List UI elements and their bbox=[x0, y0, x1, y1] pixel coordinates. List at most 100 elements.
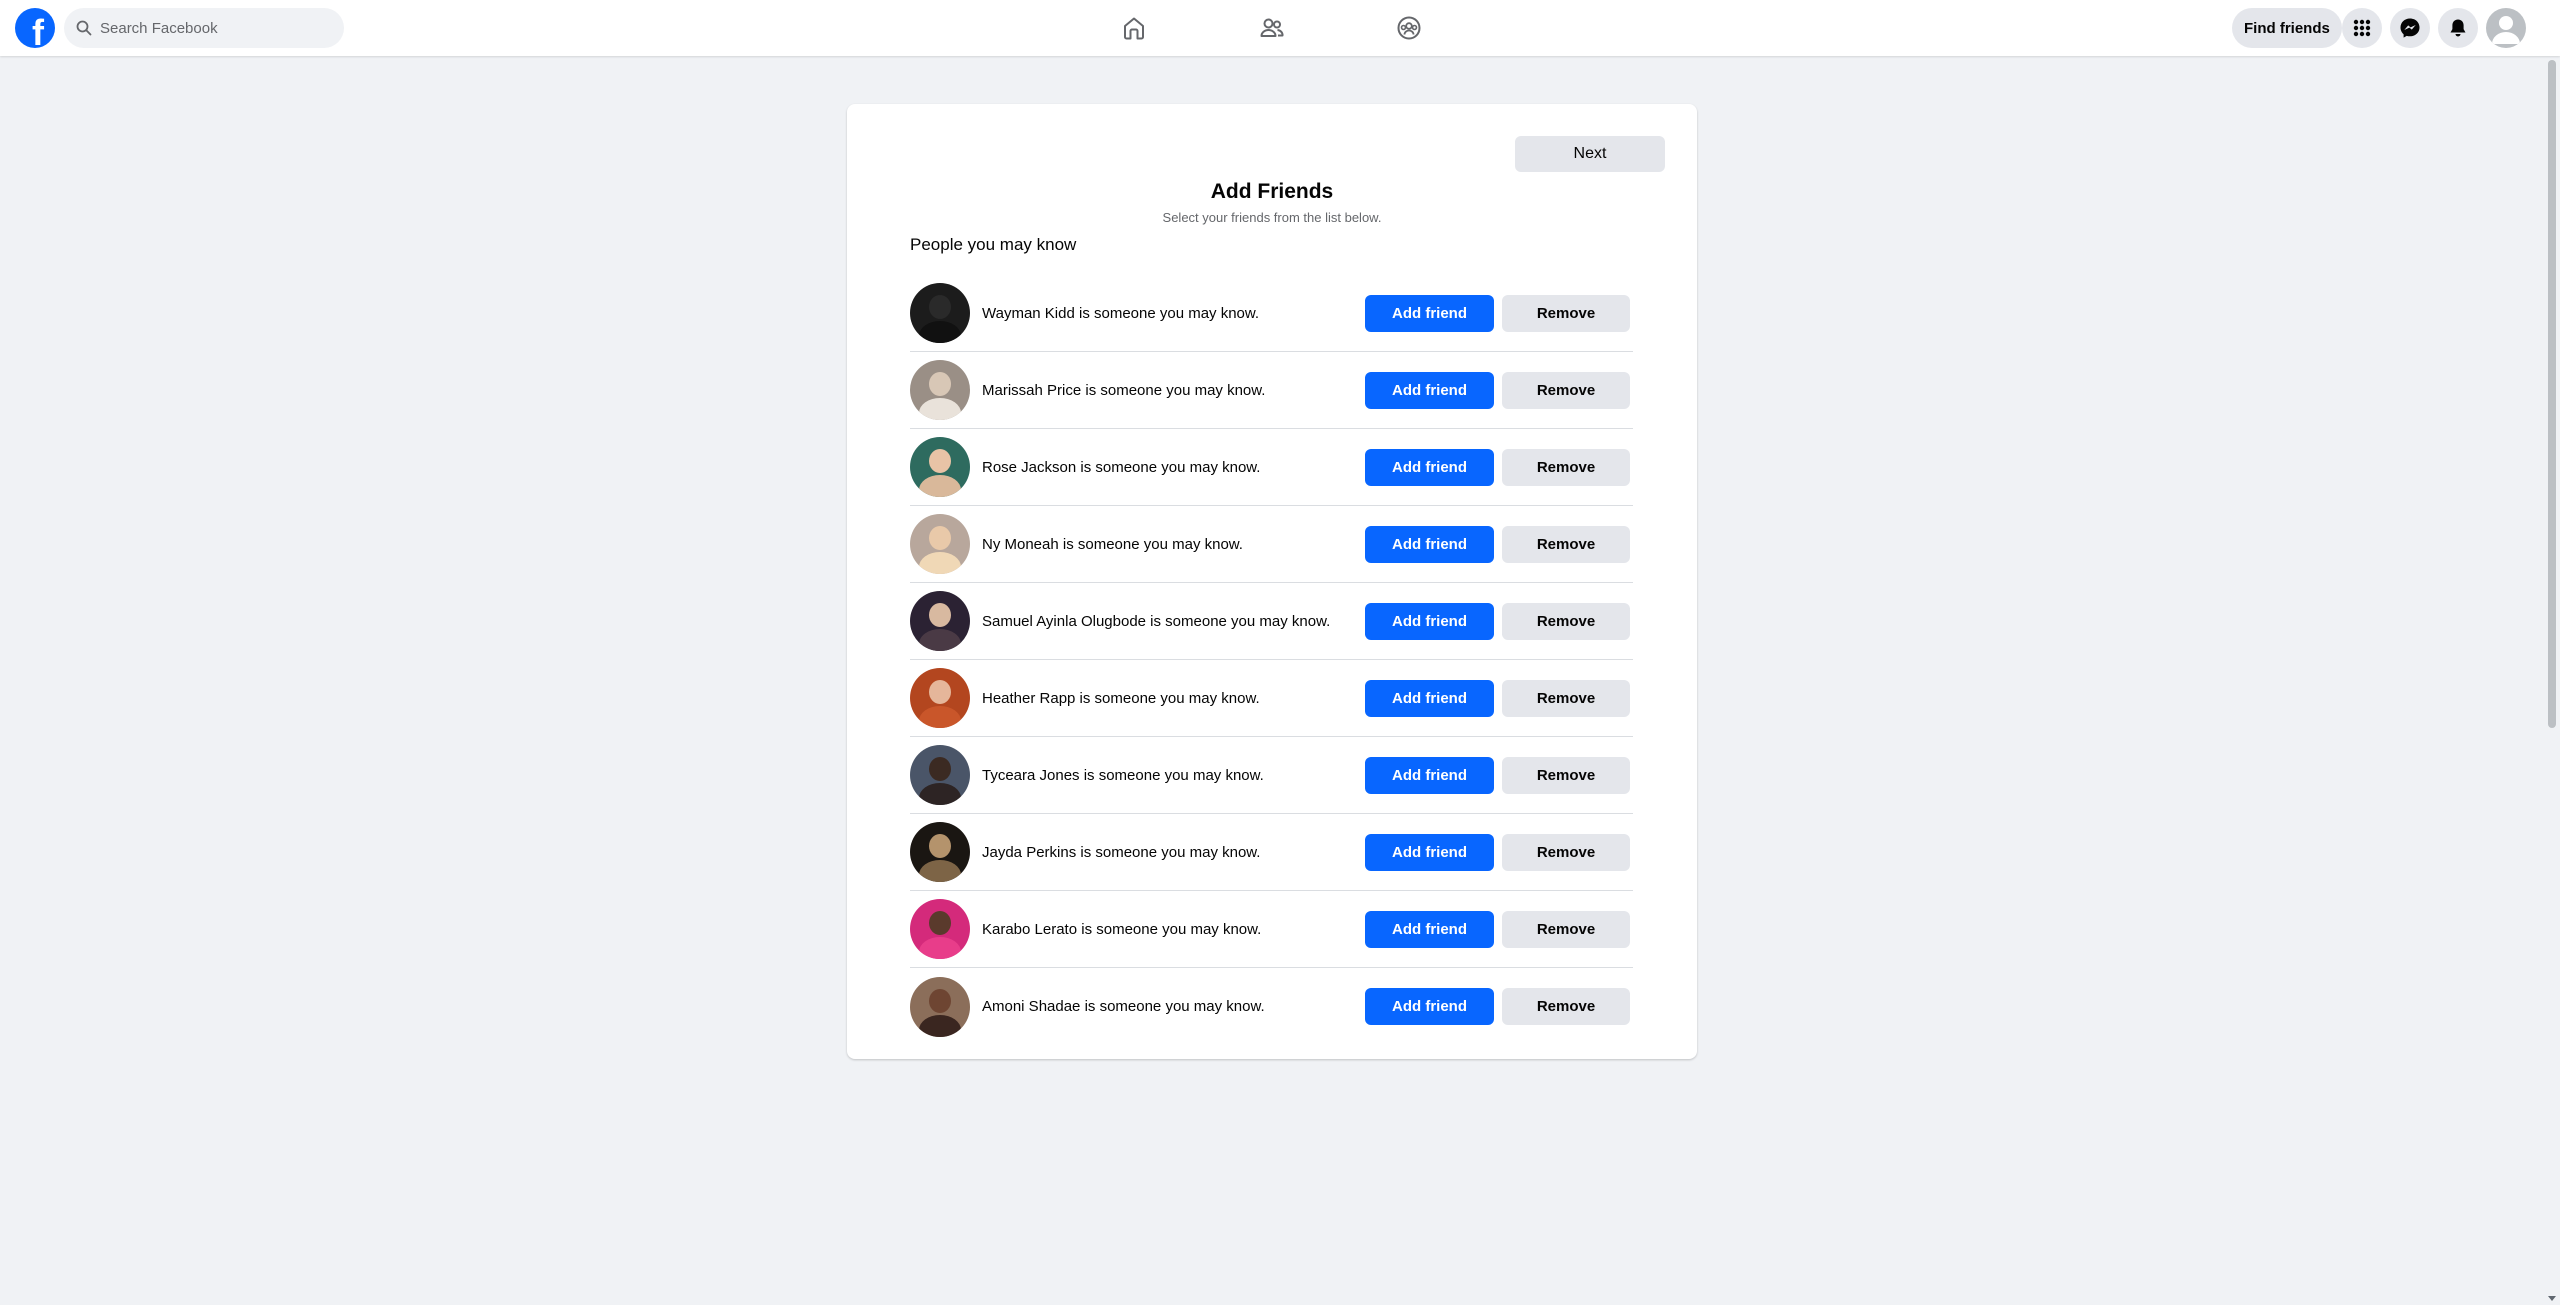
add-friend-button[interactable]: Add friend bbox=[1365, 526, 1494, 563]
avatar-body-shape bbox=[919, 475, 961, 497]
person-suggestion-text: Tyceara Jones is someone you may know. bbox=[982, 766, 1264, 784]
avatar-head-shape bbox=[929, 603, 951, 627]
avatar-head-shape bbox=[929, 834, 951, 858]
avatar-body-shape bbox=[919, 552, 961, 574]
avatar[interactable] bbox=[910, 745, 970, 805]
person-suggestion-text: Amoni Shadae is someone you may know. bbox=[982, 998, 1265, 1015]
facebook-logo-letter: f bbox=[32, 12, 44, 49]
add-friend-button[interactable]: Add friend bbox=[1365, 757, 1494, 794]
page-scrollbar[interactable] bbox=[2544, 56, 2560, 1305]
next-button[interactable]: Next bbox=[1515, 136, 1665, 172]
people-list: Wayman Kidd is someone you may know. Add … bbox=[910, 275, 1633, 1045]
scrollbar-thumb[interactable] bbox=[2548, 60, 2556, 728]
remove-button[interactable]: Remove bbox=[1502, 988, 1630, 1025]
avatar[interactable] bbox=[910, 437, 970, 497]
menu-button[interactable] bbox=[2342, 8, 2382, 48]
search-box[interactable] bbox=[64, 8, 344, 48]
person-suggestion-text: Samuel Ayinla Olugbode is someone you ma… bbox=[982, 612, 1331, 630]
avatar-body-shape bbox=[919, 321, 961, 343]
groups-nav-button[interactable] bbox=[1393, 12, 1425, 44]
avatar-head-shape bbox=[929, 757, 951, 781]
list-item: Rose Jackson is someone you may know. Add… bbox=[910, 429, 1633, 506]
avatar-head-shape bbox=[929, 680, 951, 704]
page-title: Add Friends bbox=[1210, 180, 1334, 203]
add-friend-button[interactable]: Add friend bbox=[1365, 603, 1494, 640]
add-friends-card: Next Add Friends Select your friends fro… bbox=[847, 104, 1697, 1059]
list-item: Marissah Price is someone you may know. A… bbox=[910, 352, 1633, 429]
person-suggestion-text: Rose Jackson is someone you may know. bbox=[982, 458, 1261, 476]
section-title: People you may know bbox=[910, 235, 1077, 254]
avatar-body-shape bbox=[919, 860, 961, 882]
friends-nav-button[interactable] bbox=[1256, 12, 1288, 44]
notifications-button[interactable] bbox=[2438, 8, 2478, 48]
messenger-icon bbox=[2400, 18, 2420, 38]
list-item: Samuel Ayinla Olugbode is someone you ma… bbox=[910, 583, 1633, 660]
remove-button[interactable]: Remove bbox=[1502, 449, 1630, 486]
list-item: Karabo Lerato is someone you may know. Ad… bbox=[910, 891, 1633, 968]
menu-grid-icon bbox=[2353, 19, 2371, 37]
avatar[interactable] bbox=[910, 591, 970, 651]
page-subtitle: Select your friends from the list below. bbox=[1162, 210, 1382, 225]
avatar-head-shape bbox=[929, 449, 951, 473]
person-suggestion-text: Heather Rapp is someone you may know. bbox=[982, 689, 1260, 707]
remove-button[interactable]: Remove bbox=[1502, 603, 1630, 640]
top-navigation-bar: f Find friends bbox=[0, 0, 2560, 56]
search-icon bbox=[76, 20, 92, 36]
avatar-body-shape bbox=[919, 629, 961, 651]
avatar[interactable] bbox=[910, 514, 970, 574]
add-friend-button[interactable]: Add friend bbox=[1365, 911, 1494, 948]
avatar[interactable] bbox=[910, 822, 970, 882]
remove-button[interactable]: Remove bbox=[1502, 680, 1630, 717]
avatar-body-shape bbox=[919, 783, 961, 805]
avatar-body-shape bbox=[919, 398, 961, 420]
notifications-icon bbox=[2450, 19, 2466, 37]
add-friend-button[interactable]: Add friend bbox=[1365, 680, 1494, 717]
remove-button[interactable]: Remove bbox=[1502, 372, 1630, 409]
list-item: Amoni Shadae is someone you may know. Add… bbox=[910, 968, 1633, 1045]
remove-button[interactable]: Remove bbox=[1502, 757, 1630, 794]
account-button[interactable] bbox=[2486, 8, 2526, 48]
avatar-head-shape bbox=[929, 295, 951, 319]
list-item: Ny Moneah is someone you may know. Add fr… bbox=[910, 506, 1633, 583]
friends-icon bbox=[1260, 18, 1284, 37]
account-avatar-icon bbox=[2492, 16, 2520, 44]
facebook-logo[interactable]: f bbox=[15, 8, 55, 48]
groups-icon bbox=[1397, 16, 1421, 40]
list-item: Tyceara Jones is someone you may know. Ad… bbox=[910, 737, 1633, 814]
avatar[interactable] bbox=[910, 899, 970, 959]
add-friend-button[interactable]: Add friend bbox=[1365, 988, 1494, 1025]
add-friend-button[interactable]: Add friend bbox=[1365, 834, 1494, 871]
remove-button[interactable]: Remove bbox=[1502, 834, 1630, 871]
person-suggestion-text: Marissah Price is someone you may know. bbox=[982, 381, 1266, 399]
person-suggestion-text: Ny Moneah is someone you may know. bbox=[982, 535, 1243, 553]
messenger-button[interactable] bbox=[2390, 8, 2430, 48]
list-item: Wayman Kidd is someone you may know. Add … bbox=[910, 275, 1633, 352]
avatar[interactable] bbox=[910, 283, 970, 343]
person-suggestion-text: Karabo Lerato is someone you may know. bbox=[982, 920, 1262, 938]
add-friend-button[interactable]: Add friend bbox=[1365, 295, 1494, 332]
person-suggestion-text: Jayda Perkins is someone you may know. bbox=[982, 843, 1261, 861]
remove-button[interactable]: Remove bbox=[1502, 295, 1630, 332]
avatar-body-shape bbox=[919, 1014, 961, 1037]
avatar-head-shape bbox=[929, 988, 951, 1013]
home-icon bbox=[1124, 17, 1144, 40]
avatar-head-shape bbox=[929, 372, 951, 396]
remove-button[interactable]: Remove bbox=[1502, 911, 1630, 948]
add-friend-button[interactable]: Add friend bbox=[1365, 449, 1494, 486]
avatar-head-shape bbox=[929, 911, 951, 935]
avatar-body-shape bbox=[919, 706, 961, 728]
list-item: Heather Rapp is someone you may know. Add… bbox=[910, 660, 1633, 737]
person-suggestion-text: Wayman Kidd is someone you may know. bbox=[982, 304, 1260, 322]
scroll-down-arrow-icon[interactable] bbox=[2548, 1296, 2556, 1301]
avatar-head-shape bbox=[929, 526, 951, 550]
avatar[interactable] bbox=[910, 360, 970, 420]
home-nav-button[interactable] bbox=[1118, 12, 1150, 44]
avatar[interactable] bbox=[910, 668, 970, 728]
remove-button[interactable]: Remove bbox=[1502, 526, 1630, 563]
find-friends-button[interactable]: Find friends bbox=[2232, 8, 2342, 48]
search-input[interactable] bbox=[98, 18, 318, 38]
list-item: Jayda Perkins is someone you may know. Ad… bbox=[910, 814, 1633, 891]
avatar[interactable] bbox=[910, 976, 970, 1037]
avatar-body-shape bbox=[919, 937, 961, 959]
add-friend-button[interactable]: Add friend bbox=[1365, 372, 1494, 409]
